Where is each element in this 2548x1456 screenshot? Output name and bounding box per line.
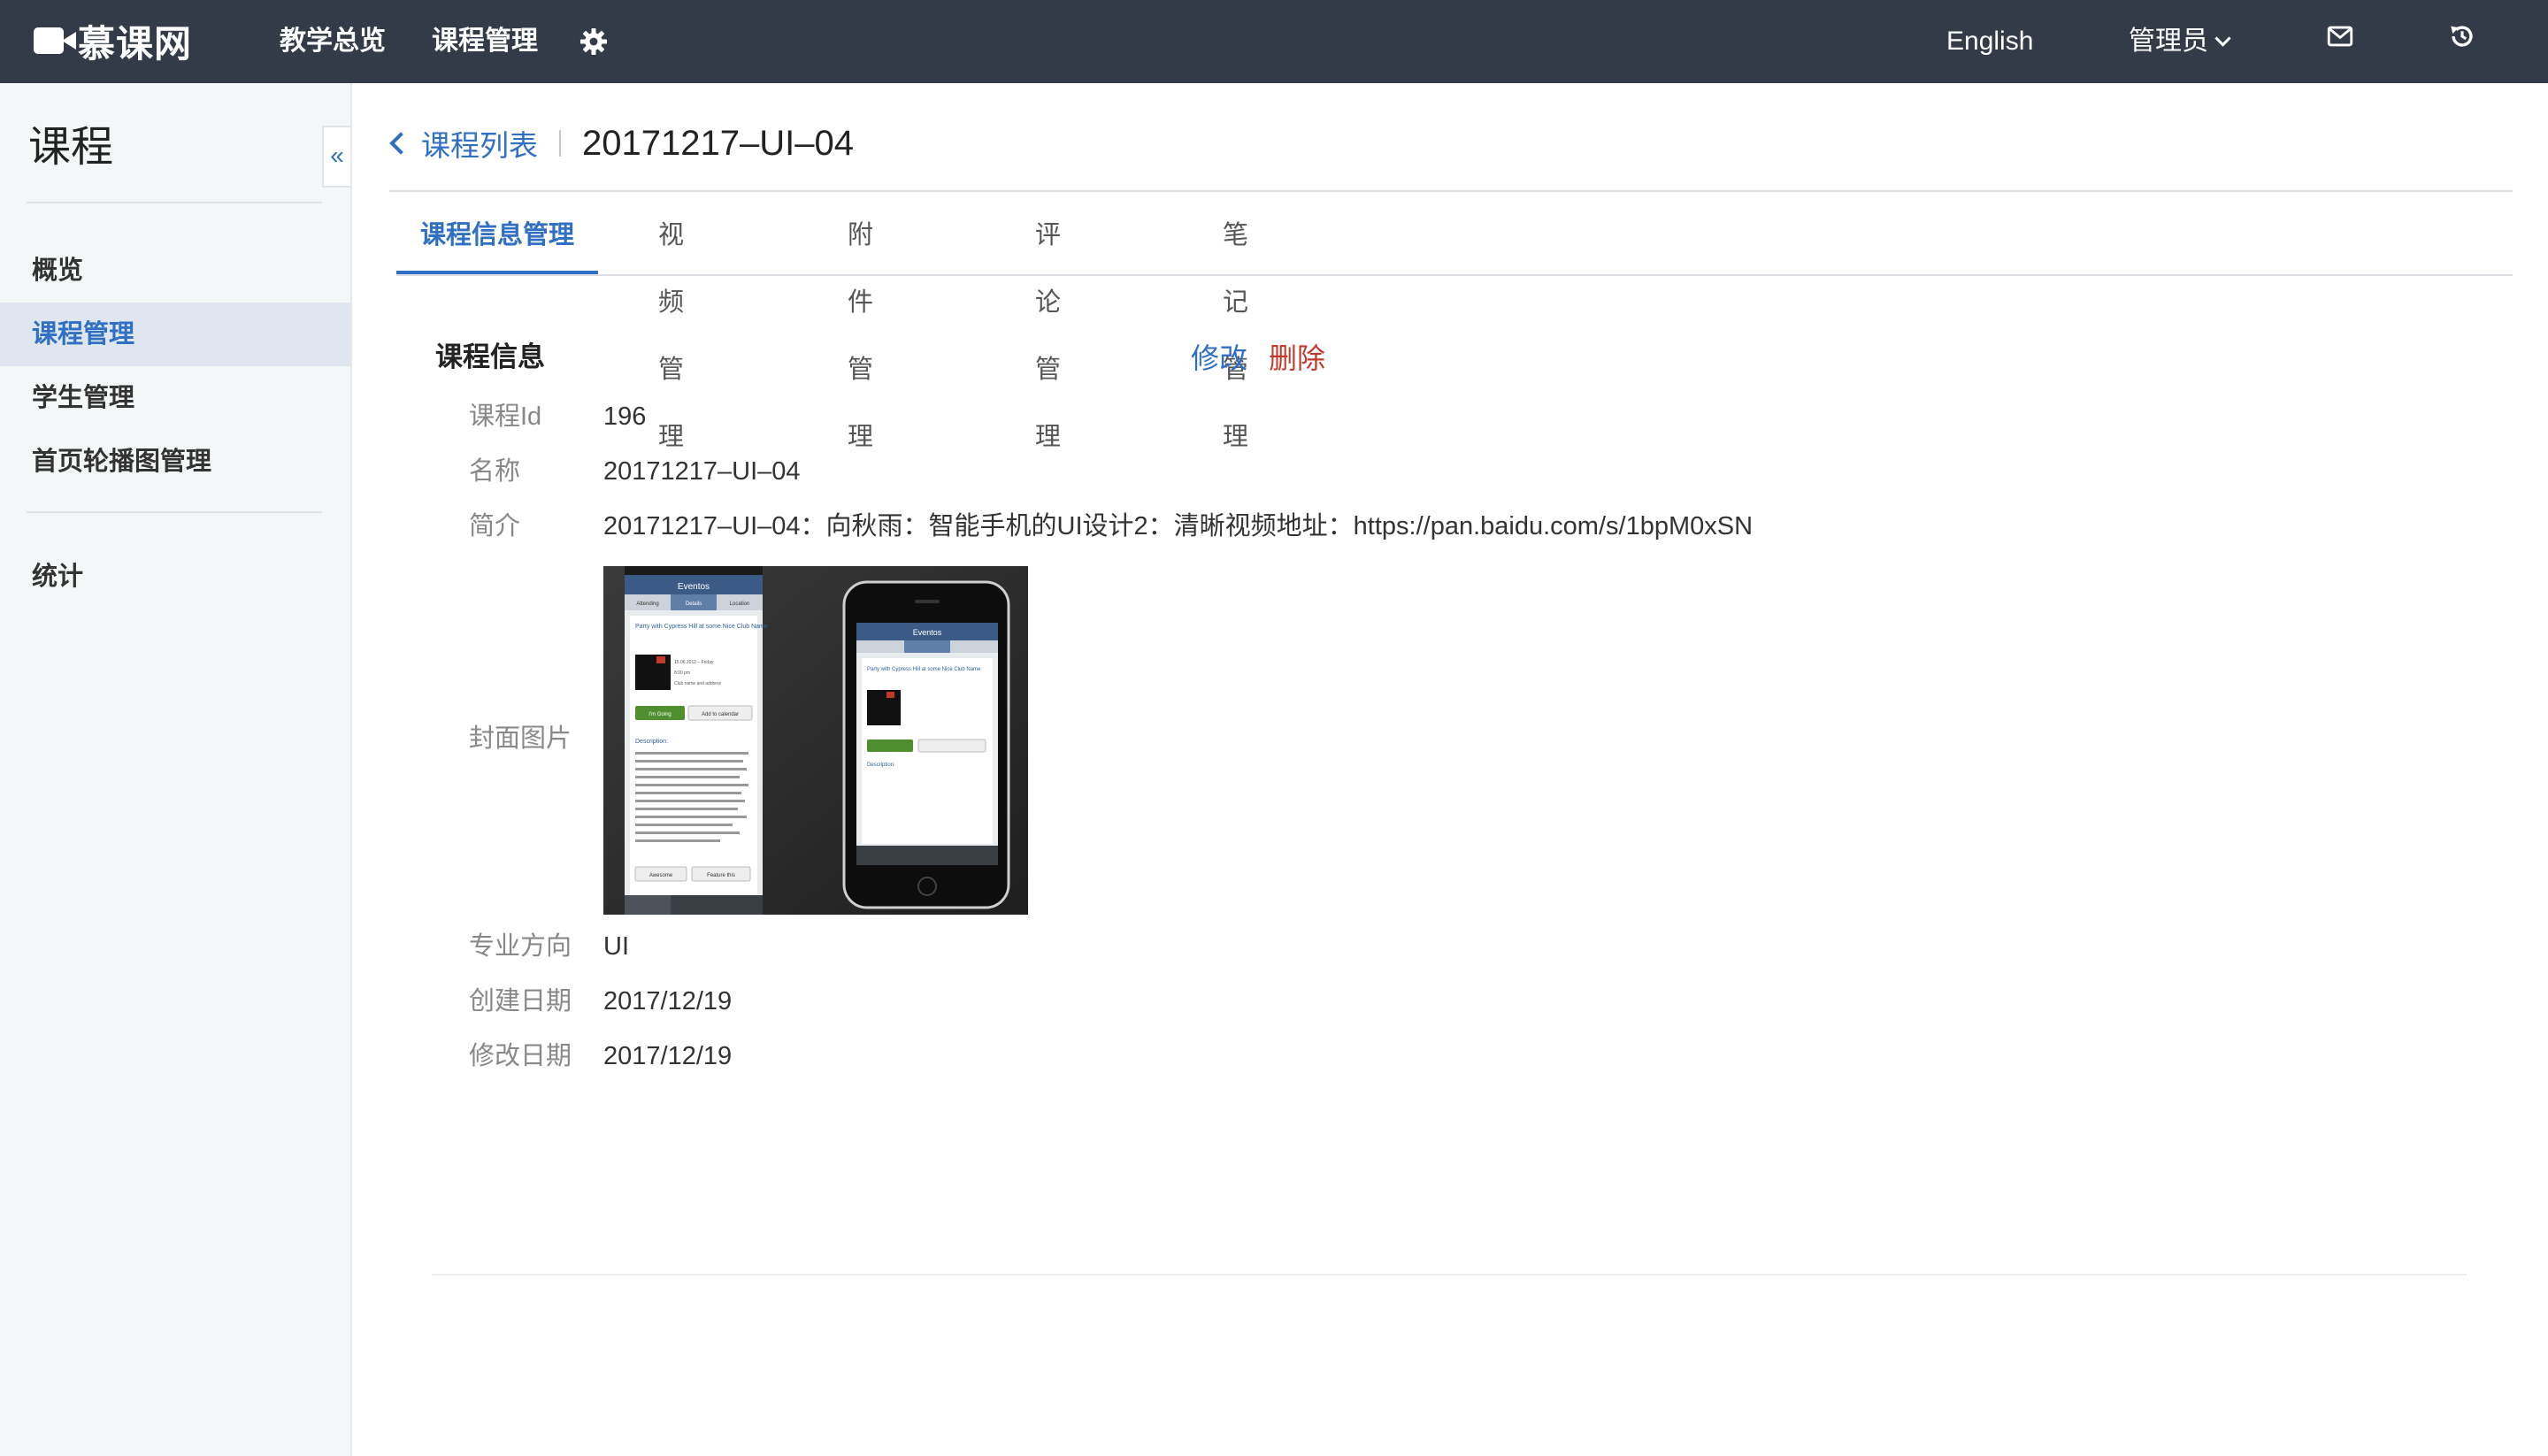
svg-text:Attending: Attending [636, 602, 658, 607]
delete-button[interactable]: 删除 [1269, 336, 1325, 377]
cover-left-screen: Eventos Attending Details Location Party… [625, 566, 768, 915]
breadcrumb: 课程列表 20171217–UI–04 [388, 117, 854, 170]
cover-phone: Eventos Party with Cypress Hill at some … [842, 580, 1010, 909]
info-label: 创建日期 [469, 987, 572, 1015]
double-chevron-left-icon: « [330, 142, 344, 169]
edit-button[interactable]: 修改 [1191, 336, 1247, 377]
svg-text:I'm Going: I'm Going [649, 712, 672, 717]
svg-text:Feature this: Feature this [707, 873, 735, 878]
svg-text:Eventos: Eventos [913, 628, 942, 637]
back-link-label: 课程列表 [421, 129, 538, 162]
nav-course-management[interactable]: 课程管理 [432, 21, 538, 62]
sidebar-item-banner-management[interactable]: 首页轮播图管理 [0, 430, 350, 494]
info-value-created: 2017/12/19 [603, 987, 733, 1015]
video-camera-icon [34, 27, 76, 54]
info-value-name: 20171217–UI–04 [603, 457, 801, 486]
sidebar-item-student-management[interactable]: 学生管理 [0, 366, 350, 430]
language-switch[interactable]: English [1946, 21, 2033, 62]
tab-note-management[interactable]: 笔记管理 [1223, 202, 1248, 451]
svg-text:Description:: Description: [635, 739, 668, 745]
info-value-intro: 20171217–UI–04：向秋雨：智能手机的UI设计2：清晰视频地址：htt… [603, 512, 1754, 540]
content-divider [432, 1274, 2467, 1276]
info-label: 名称 [469, 457, 521, 486]
cover-image: Eventos Attending Details Location Party… [603, 566, 1028, 915]
nav-teaching-overview[interactable]: 教学总览 [280, 21, 386, 62]
mail-icon[interactable] [2325, 21, 2355, 51]
chevron-down-icon [2214, 30, 2231, 47]
sidebar-item-course-management[interactable]: 课程管理 [0, 303, 350, 366]
user-name: 管理员 [2129, 27, 2208, 56]
info-value-major: UI [603, 932, 629, 961]
tab-divider [396, 274, 2513, 276]
svg-text:8:00 pm: 8:00 pm [674, 671, 690, 676]
sidebar-divider [27, 202, 322, 203]
sidebar: 课程 概览 课程管理 学生管理 首页轮播图管理 统计 [0, 83, 352, 1456]
info-label: 修改日期 [469, 1042, 572, 1070]
history-icon[interactable] [2447, 21, 2477, 51]
section-title: 课程信息 [435, 341, 545, 372]
info-label: 专业方向 [469, 932, 572, 961]
tab-course-info[interactable]: 课程信息管理 [396, 202, 598, 276]
sidebar-item-statistics[interactable]: 统计 [0, 545, 350, 609]
svg-text:15.06.2012 – Friday: 15.06.2012 – Friday [674, 660, 714, 665]
tab-attachment-management[interactable]: 附件管理 [848, 202, 873, 451]
info-value-id: 196 [603, 402, 647, 431]
brand-name: 慕课网 [78, 22, 193, 65]
svg-text:Add to calendar: Add to calendar [702, 712, 739, 717]
top-navbar: 慕课网 教学总览 课程管理 English 管理员 [0, 0, 2548, 83]
breadcrumb-separator [559, 130, 561, 157]
sidebar-collapse-button[interactable]: « [322, 126, 350, 188]
chevron-left-icon [389, 132, 412, 155]
svg-text:Club name and address: Club name and address [674, 681, 722, 686]
header-divider [389, 190, 2513, 192]
back-to-course-list-link[interactable]: 课程列表 [388, 122, 538, 165]
brand-logo[interactable]: 慕课网 [34, 14, 192, 67]
user-menu[interactable]: 管理员 [2129, 21, 2231, 62]
svg-text:Party with Cypress Hill at som: Party with Cypress Hill at some Nice Clu… [635, 624, 768, 630]
page-title: 20171217–UI–04 [582, 123, 854, 163]
tab-video-management[interactable]: 视频管理 [658, 202, 684, 451]
info-label: 课程Id [469, 402, 542, 431]
svg-text:Details: Details [686, 602, 702, 607]
sidebar-divider [27, 511, 322, 513]
tab-comment-management[interactable]: 评论管理 [1035, 202, 1061, 451]
sidebar-title: 课程 [28, 124, 114, 171]
gear-icon[interactable] [577, 25, 610, 58]
info-value-updated: 2017/12/19 [603, 1042, 733, 1070]
info-label: 封面图片 [469, 724, 572, 753]
info-label: 简介 [469, 512, 521, 540]
svg-text:Eventos: Eventos [678, 582, 710, 592]
svg-text:Party with Cypress Hill at som: Party with Cypress Hill at some Nice Clu… [867, 667, 981, 672]
svg-text:Location: Location [730, 602, 750, 607]
sidebar-item-overview[interactable]: 概览 [0, 239, 350, 303]
cover-image-graphic: Eventos Attending Details Location Party… [603, 566, 1028, 915]
svg-text:Awesome: Awesome [649, 873, 673, 878]
svg-text:Description:: Description: [867, 762, 895, 768]
